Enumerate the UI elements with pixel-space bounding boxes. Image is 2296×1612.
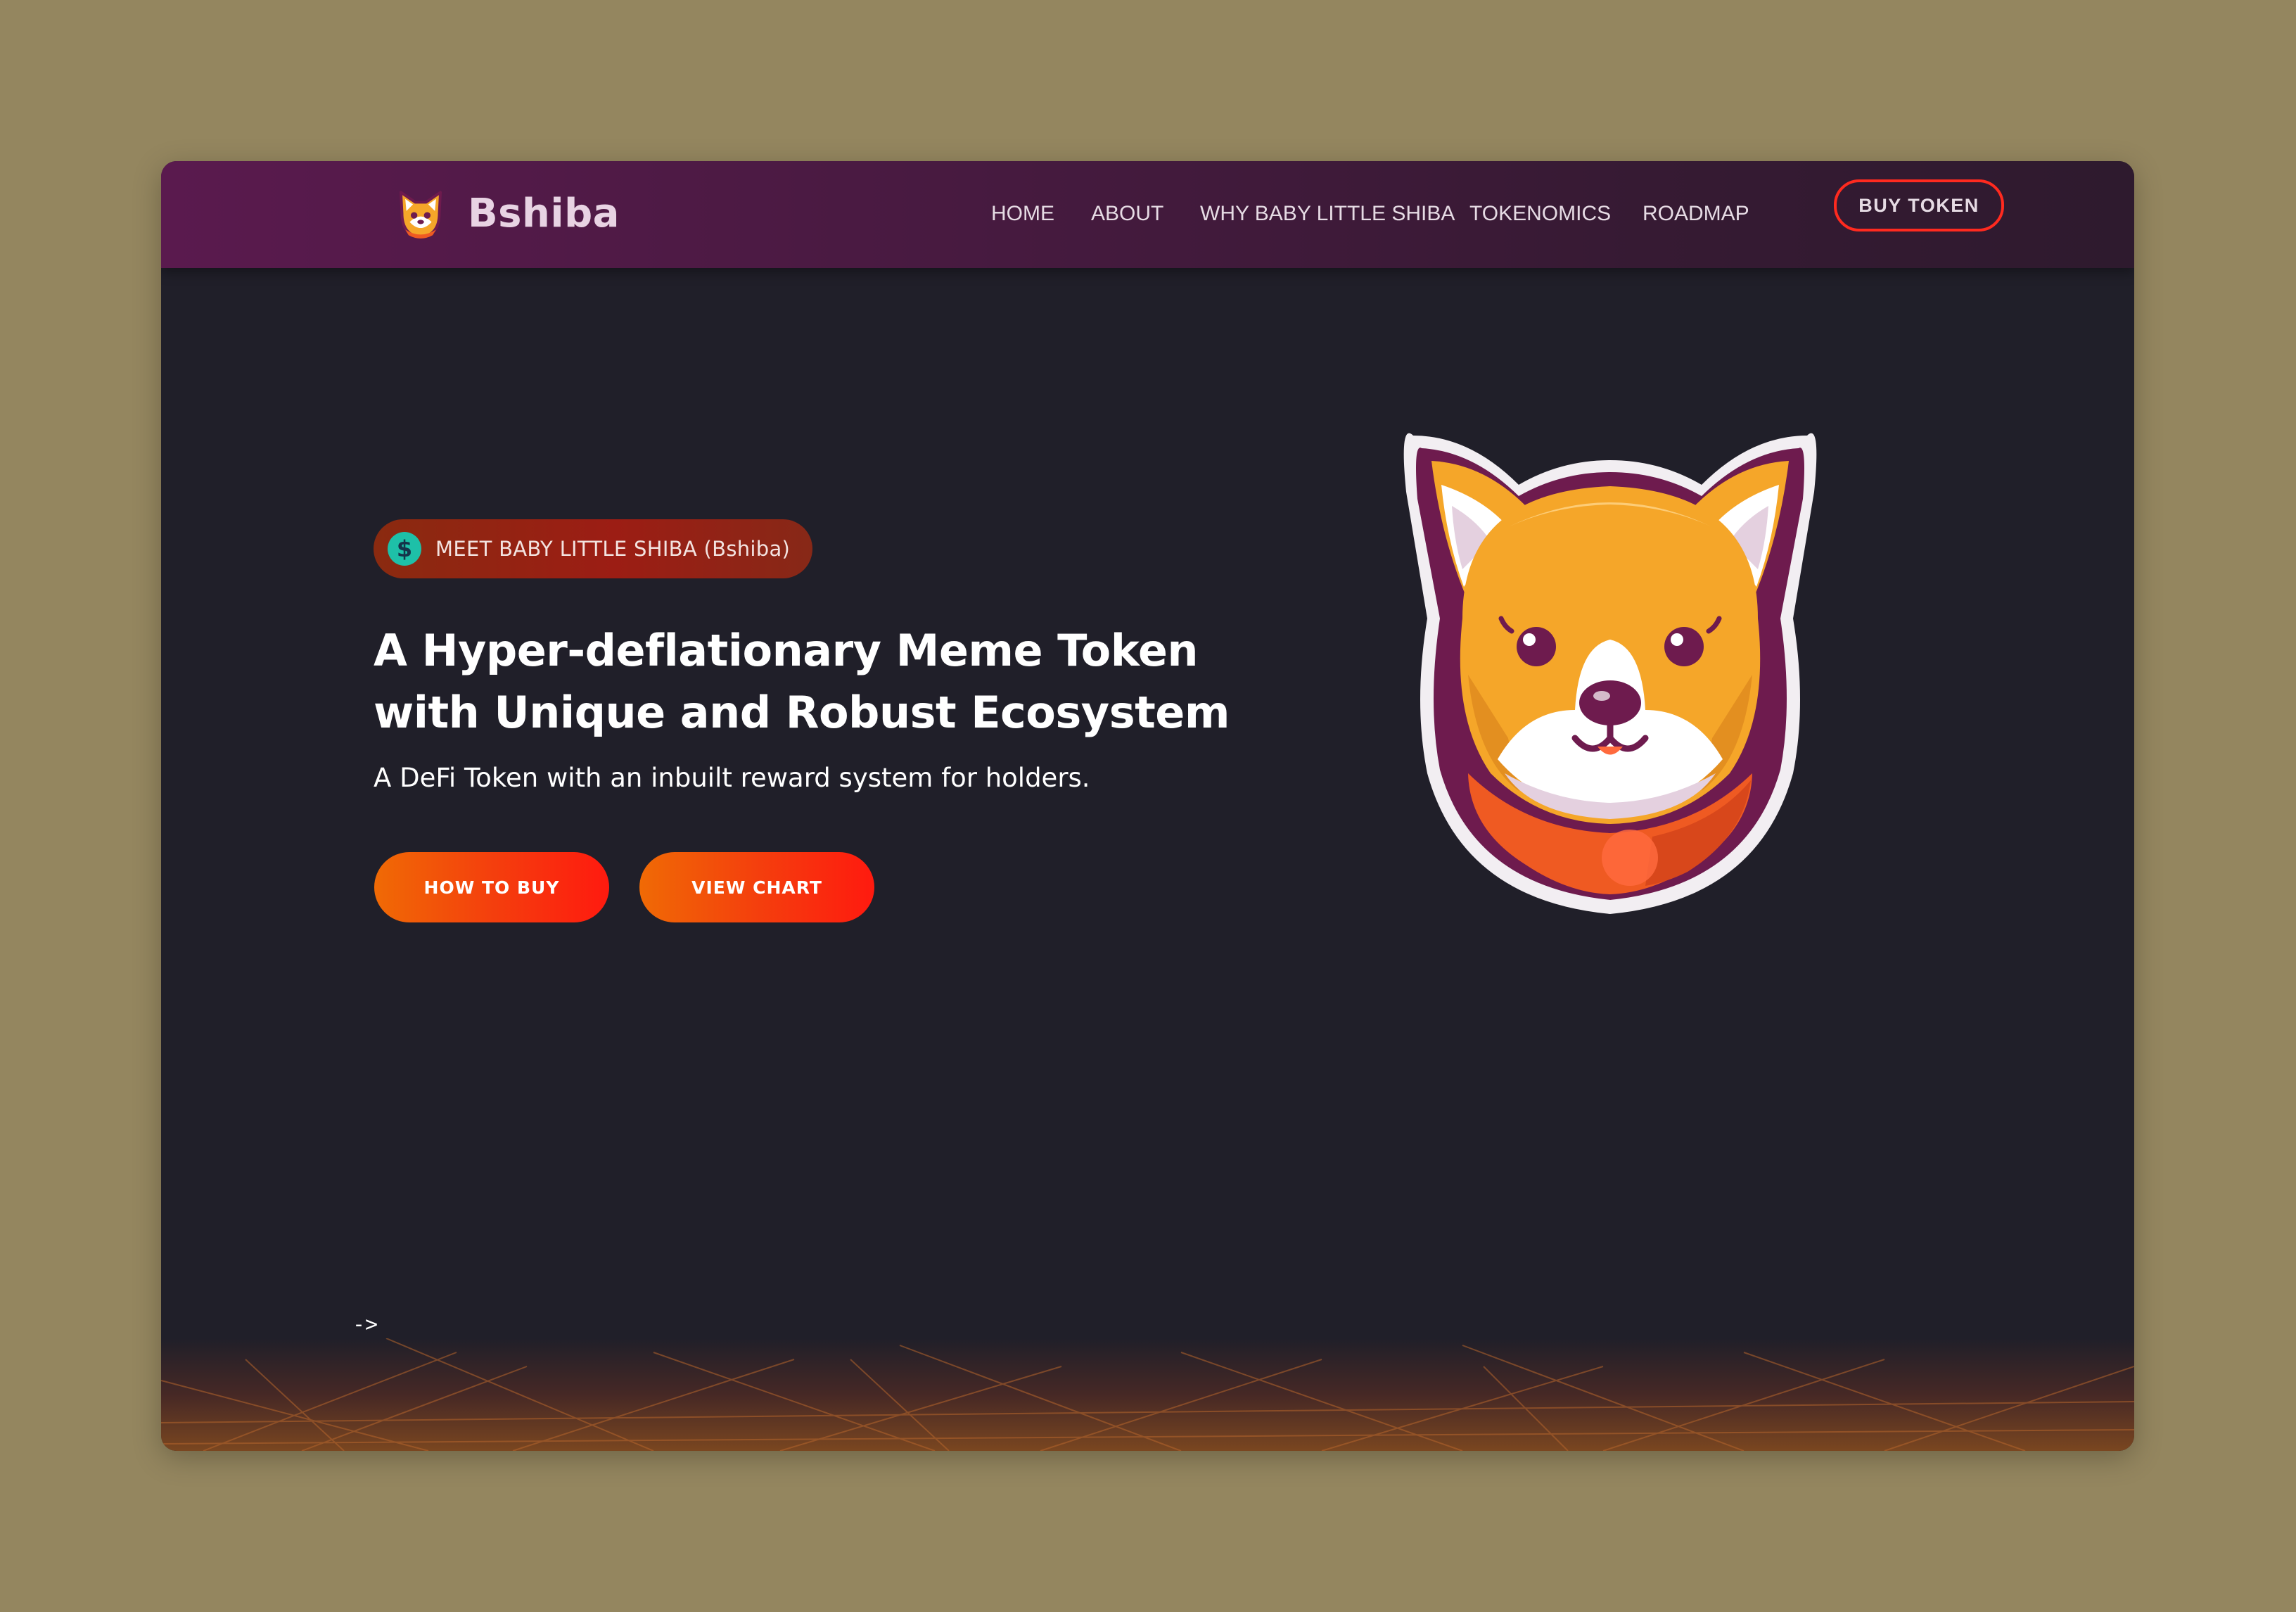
grid-lines-decoration	[161, 1338, 2134, 1451]
nav-item-about[interactable]: ABOUT	[1091, 202, 1163, 226]
nav-item-home[interactable]: HOME	[991, 202, 1054, 226]
hero-subheading: A DeFi Token with an inbuilt reward syst…	[374, 763, 1090, 793]
brand[interactable]: Bshiba	[393, 172, 620, 254]
dollar-coin-icon: $	[388, 532, 421, 566]
buy-token-button[interactable]: BUY TOKEN	[1834, 179, 2004, 231]
how-to-buy-button[interactable]: HOW TO BUY	[374, 852, 609, 922]
shiba-face-icon	[399, 191, 442, 239]
brand-name: Bshiba	[468, 190, 620, 236]
badge-text: MEET BABY LITTLE SHIBA (Bshiba)	[435, 537, 791, 561]
view-chart-button[interactable]: VIEW CHART	[639, 852, 874, 922]
browser-viewport: Bshiba HOME ABOUT WHY BABY LITTLE SHIBA …	[161, 161, 2134, 1451]
scroll-hint-arrow: ->	[352, 1312, 378, 1337]
headline-line-2: with Unique and Robust Ecosystem	[374, 687, 1230, 738]
hero-headline: A Hyper-deflationary Meme Token with Uni…	[374, 620, 1260, 744]
intro-badge: $ MEET BABY LITTLE SHIBA (Bshiba)	[374, 519, 812, 578]
nav-item-roadmap[interactable]: ROADMAP	[1643, 202, 1749, 226]
nav-item-tokenomics[interactable]: TOKENOMICS	[1469, 202, 1611, 226]
nav-item-why-baby-little-shiba[interactable]: WHY BABY LITTLE SHIBA	[1200, 202, 1455, 226]
headline-line-1: A Hyper-deflationary Meme Token	[374, 625, 1199, 676]
shiba-mascot-illustration	[1403, 433, 1817, 914]
top-nav: Bshiba HOME ABOUT WHY BABY LITTLE SHIBA …	[161, 161, 2134, 268]
